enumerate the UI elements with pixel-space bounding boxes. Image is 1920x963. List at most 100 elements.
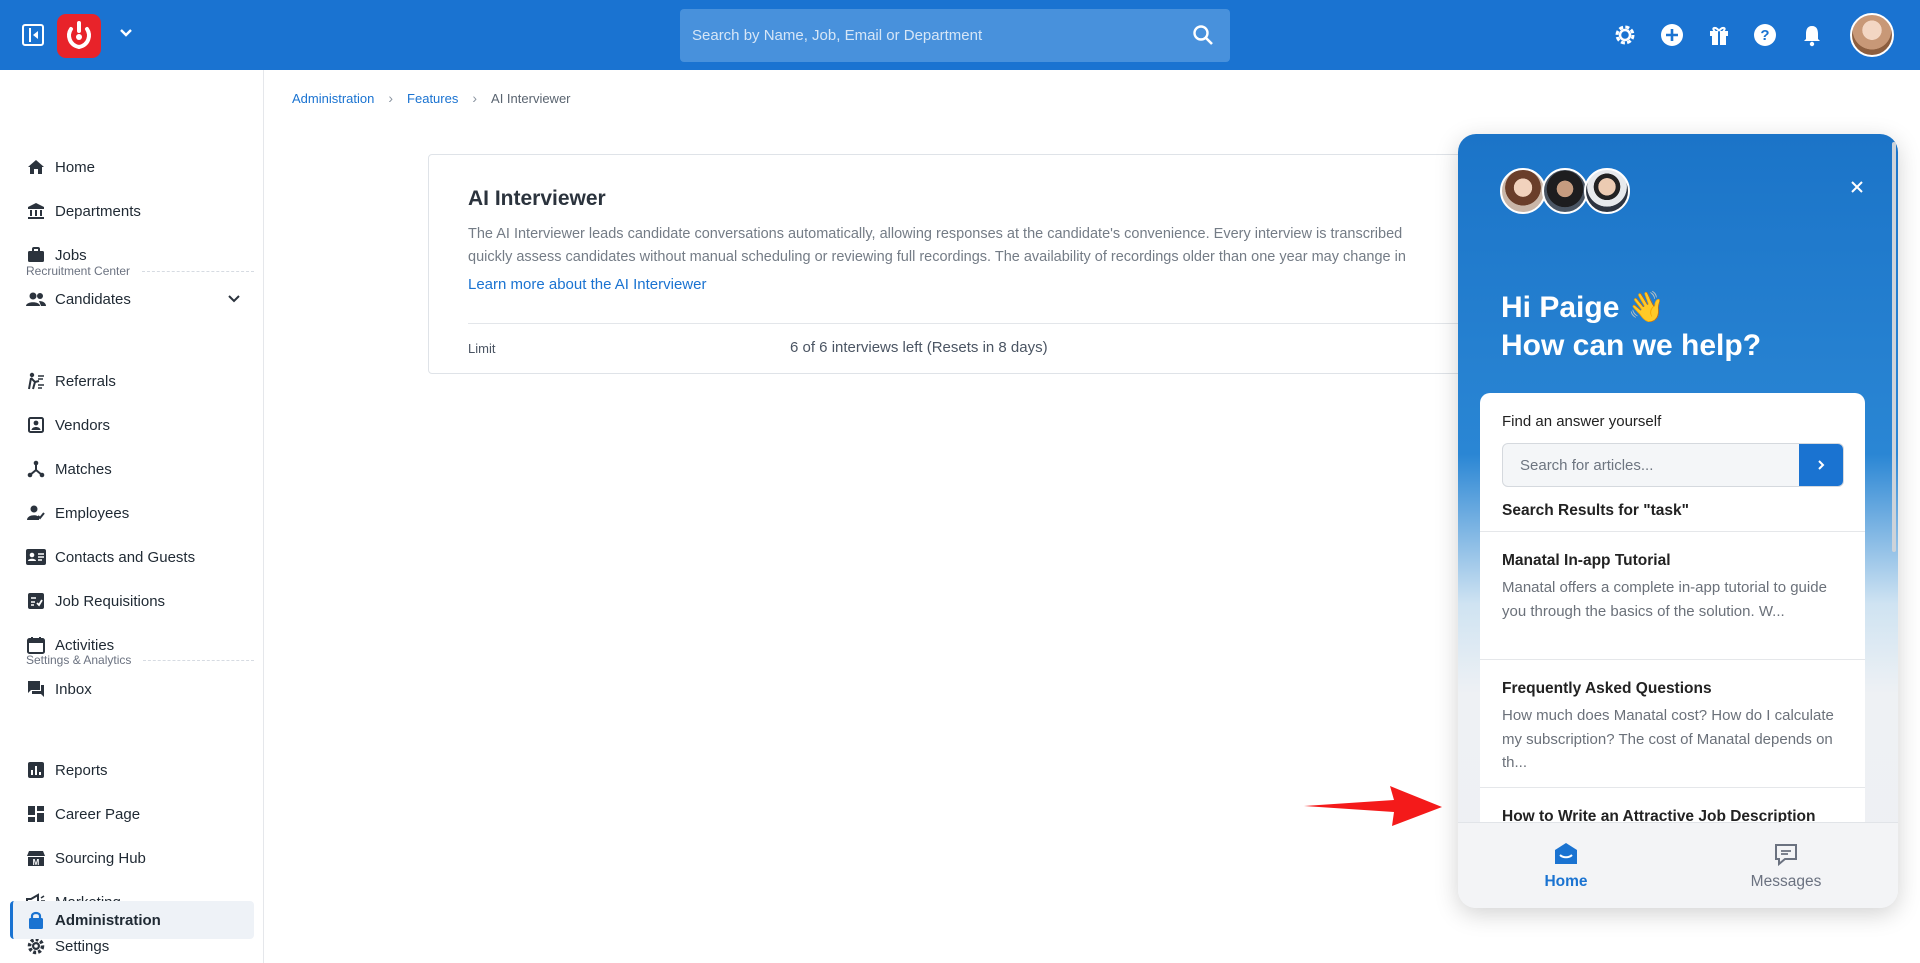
- sidebar-item-departments[interactable]: Departments: [10, 192, 254, 230]
- avatar: [1500, 168, 1546, 214]
- tab-label: Messages: [1750, 873, 1822, 890]
- description-line: quickly assess candidates without manual…: [468, 249, 1406, 265]
- greeting-line: Hi Paige 👋: [1501, 291, 1666, 324]
- article-title: Frequently Asked Questions: [1502, 680, 1712, 697]
- chevron-down-icon[interactable]: [117, 24, 135, 42]
- tab-home[interactable]: Home: [1506, 841, 1626, 891]
- gear-icon[interactable]: [1613, 23, 1637, 47]
- sidebar: Home Departments Jobs Candidates Recruit…: [0, 70, 264, 963]
- find-answer-label: Find an answer yourself: [1502, 413, 1662, 430]
- sidebar-item-label: Matches: [55, 460, 112, 478]
- calendar-icon: [26, 635, 46, 655]
- sidebar-item-sourcing-hub[interactable]: M Sourcing Hub: [10, 839, 254, 877]
- svg-text:?: ?: [1760, 27, 1769, 44]
- chevron-down-icon[interactable]: [226, 291, 242, 307]
- feature-description: The AI Interviewer leads candidate conve…: [468, 223, 1487, 269]
- divider: [468, 323, 1487, 324]
- chat-icon: [26, 679, 46, 699]
- breadcrumb: Administration › Features › AI Interview…: [292, 90, 571, 106]
- chevron-right-icon: ›: [388, 90, 394, 106]
- sidebar-item-job-requisitions[interactable]: Job Requisitions: [10, 582, 254, 620]
- sidebar-item-label: Activities: [55, 636, 115, 654]
- sidebar-item-reports[interactable]: Reports: [10, 751, 254, 789]
- bar-chart-icon: [26, 760, 46, 780]
- sidebar-item-career-page[interactable]: Career Page: [10, 795, 254, 833]
- breadcrumb-current: AI Interviewer: [491, 90, 571, 106]
- help-search-panel: Find an answer yourself Search Results f…: [1480, 393, 1865, 823]
- search-icon[interactable]: [1192, 24, 1214, 46]
- widget-scrollbar[interactable]: [1892, 142, 1896, 552]
- article-item[interactable]: Manatal In-app Tutorial Manatal offers a…: [1480, 531, 1865, 659]
- app-logo[interactable]: [57, 14, 101, 58]
- sidebar-item-label: Inbox: [55, 680, 92, 698]
- section-label-recruitment: Recruitment Center: [26, 264, 254, 278]
- gift-icon[interactable]: [1707, 23, 1731, 47]
- sidebar-item-label: Departments: [55, 202, 141, 220]
- widget-greeting: Hi Paige 👋 How can we help?: [1501, 289, 1761, 365]
- help-icon[interactable]: ?: [1753, 23, 1777, 47]
- sidebar-item-label: Administration: [55, 911, 161, 929]
- bank-icon: [26, 201, 46, 221]
- feature-card: AI Interviewer The AI Interviewer leads …: [428, 154, 1488, 374]
- plus-circle-icon[interactable]: [1660, 23, 1684, 47]
- sidebar-item-administration[interactable]: Administration: [10, 901, 254, 939]
- learn-more-link[interactable]: Learn more about the AI Interviewer: [468, 276, 706, 293]
- sidebar-item-label: Vendors: [55, 416, 111, 434]
- section-label-settings: Settings & Analytics: [26, 653, 254, 667]
- breadcrumb-features[interactable]: Features: [407, 91, 458, 106]
- sidebar-item-label: Home: [55, 158, 96, 176]
- sidebar-item-referrals[interactable]: Referrals: [10, 362, 254, 400]
- article-title: How to Write an Attractive Job Descripti…: [1502, 808, 1816, 823]
- article-item[interactable]: How to Write an Attractive Job Descripti…: [1480, 787, 1865, 823]
- article-search[interactable]: [1502, 443, 1844, 487]
- sidebar-item-matches[interactable]: Matches: [10, 450, 254, 488]
- sidebar-item-label: Contacts and Guests: [55, 548, 196, 566]
- referral-icon: [26, 371, 46, 391]
- svg-text:M: M: [33, 858, 40, 867]
- lock-icon: [26, 910, 46, 930]
- sidebar-item-inbox[interactable]: Inbox: [10, 670, 254, 708]
- sidebar-item-label: Jobs: [55, 246, 87, 264]
- sidebar-item-employees[interactable]: Employees: [10, 494, 254, 532]
- sidebar-item-candidates[interactable]: Candidates: [10, 280, 254, 318]
- vendor-icon: [26, 415, 46, 435]
- top-bar: ?: [0, 0, 1920, 70]
- gear-icon: [26, 936, 46, 956]
- breadcrumb-administration[interactable]: Administration: [292, 91, 374, 106]
- page-title: AI Interviewer: [468, 187, 606, 210]
- people-icon: [26, 289, 46, 309]
- search-results-title: Search Results for "task": [1502, 502, 1689, 519]
- avatar: [1584, 168, 1630, 214]
- sidebar-item-contacts[interactable]: Contacts and Guests: [10, 538, 254, 576]
- limit-value: 6 of 6 interviews left (Resets in 8 days…: [790, 339, 1048, 356]
- employee-icon: [26, 503, 46, 523]
- home-icon: [26, 157, 46, 177]
- support-avatars: [1500, 168, 1630, 214]
- article-title: Manatal In-app Tutorial: [1502, 552, 1671, 569]
- close-icon[interactable]: [1846, 176, 1868, 198]
- bell-icon[interactable]: [1800, 23, 1824, 47]
- sidebar-item-home[interactable]: Home: [10, 148, 254, 186]
- checklist-icon: [26, 591, 46, 611]
- avatar[interactable]: [1850, 13, 1894, 57]
- sidebar-item-vendors[interactable]: Vendors: [10, 406, 254, 444]
- article-search-button[interactable]: [1799, 444, 1843, 486]
- sourcing-icon: M: [26, 848, 46, 868]
- limit-label: Limit: [468, 341, 496, 356]
- article-item[interactable]: Frequently Asked Questions How much does…: [1480, 659, 1865, 787]
- sidebar-item-label: Candidates: [55, 290, 131, 308]
- sidebar-item-label: Employees: [55, 504, 130, 522]
- sidebar-item-label: Settings: [55, 937, 110, 955]
- sidebar-toggle-icon[interactable]: [22, 24, 44, 46]
- article-search-input[interactable]: [1503, 444, 1799, 486]
- chevron-right-icon: ›: [472, 90, 478, 106]
- global-search[interactable]: [680, 9, 1230, 62]
- avatar: [1542, 168, 1588, 214]
- message-icon: [1775, 844, 1797, 867]
- article-snippet: How much does Manatal cost? How do I cal…: [1502, 707, 1834, 771]
- dashboard-icon: [26, 804, 46, 824]
- sidebar-item-label: Referrals: [55, 372, 116, 390]
- tab-messages[interactable]: Messages: [1726, 841, 1846, 891]
- global-search-input[interactable]: [680, 9, 1230, 62]
- annotation-arrow-icon: [1304, 786, 1442, 826]
